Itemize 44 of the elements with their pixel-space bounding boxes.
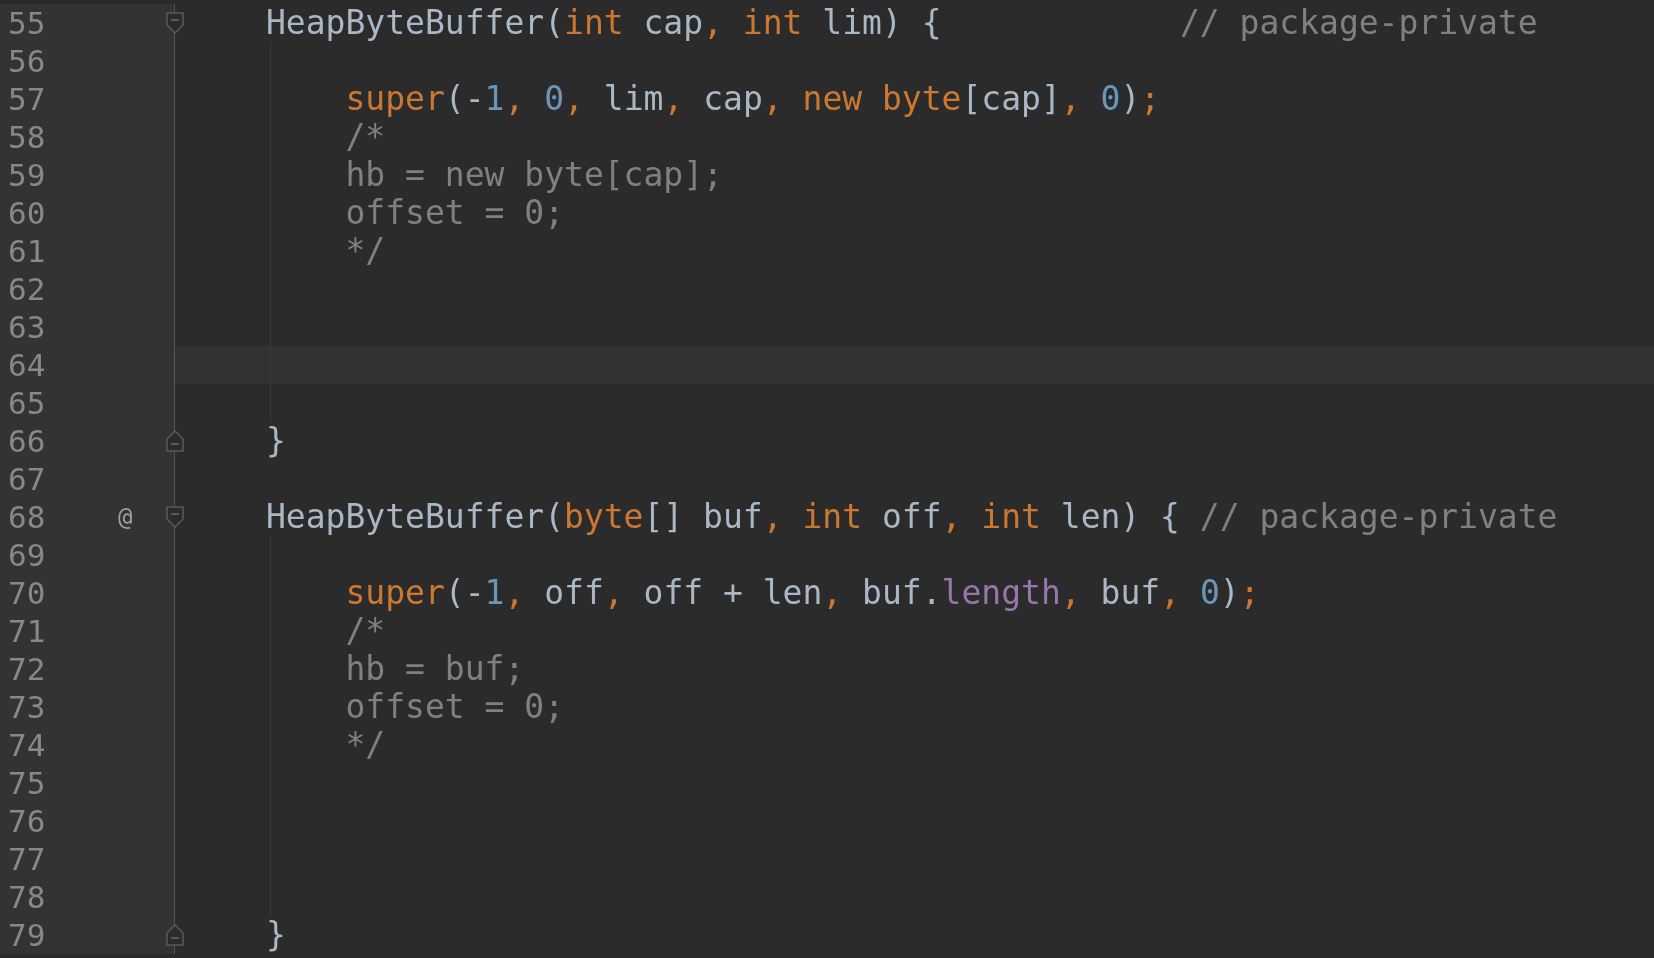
code-line: /* xyxy=(345,118,386,156)
code-line: HeapByteBuffer(int cap, int lim) { // package-private xyxy=(266,4,1538,42)
line-number: 69 xyxy=(8,536,46,574)
fold-end-icon[interactable] xyxy=(166,924,184,946)
line-number: 63 xyxy=(8,308,46,346)
line-number: 59 xyxy=(8,156,46,194)
code-line: */ xyxy=(345,726,386,764)
line-number: 58 xyxy=(8,118,46,156)
line-number: 73 xyxy=(8,688,46,726)
line-number: 56 xyxy=(8,42,46,80)
line-number: 75 xyxy=(8,764,46,802)
fold-collapse-icon[interactable] xyxy=(166,506,184,528)
code-line: } xyxy=(266,916,286,954)
line-number: 61 xyxy=(8,232,46,270)
code-line: offset = 0; xyxy=(345,688,564,726)
line-number: 76 xyxy=(8,802,46,840)
line-number: 71 xyxy=(8,612,46,650)
line-number: 74 xyxy=(8,726,46,764)
line-number: 64 xyxy=(8,346,46,384)
code-line: hb = new byte[cap]; xyxy=(345,156,723,194)
code-line: HeapByteBuffer(byte[] buf, int off, int len) { // package-private xyxy=(266,498,1558,536)
line-number: 67 xyxy=(8,460,46,498)
code-line: */ xyxy=(345,232,386,270)
line-number: 68 xyxy=(8,498,46,536)
gutter-marker[interactable]: @ xyxy=(118,498,133,536)
fold-collapse-icon[interactable] xyxy=(166,12,184,34)
line-number: 60 xyxy=(8,194,46,232)
line-number: 79 xyxy=(8,916,46,954)
line-number: 57 xyxy=(8,80,46,118)
code-line: super(-1, 0, lim, cap, new byte[cap], 0); xyxy=(345,80,1161,118)
line-number: 70 xyxy=(8,574,46,612)
line-number: 72 xyxy=(8,650,46,688)
code-line: super(-1, off, off + len, buf.length, buf, 0); xyxy=(345,574,1260,612)
fold-end-icon[interactable] xyxy=(166,430,184,452)
code-line: /* xyxy=(345,612,386,650)
line-number: 62 xyxy=(8,270,46,308)
code-line: } xyxy=(266,422,286,460)
line-number: 77 xyxy=(8,840,46,878)
code-line: offset = 0; xyxy=(345,194,564,232)
line-number: 78 xyxy=(8,878,46,916)
line-number: 65 xyxy=(8,384,46,422)
line-number: 66 xyxy=(8,422,46,460)
code-line: hb = buf; xyxy=(345,650,525,688)
line-number: 55 xyxy=(8,4,46,42)
